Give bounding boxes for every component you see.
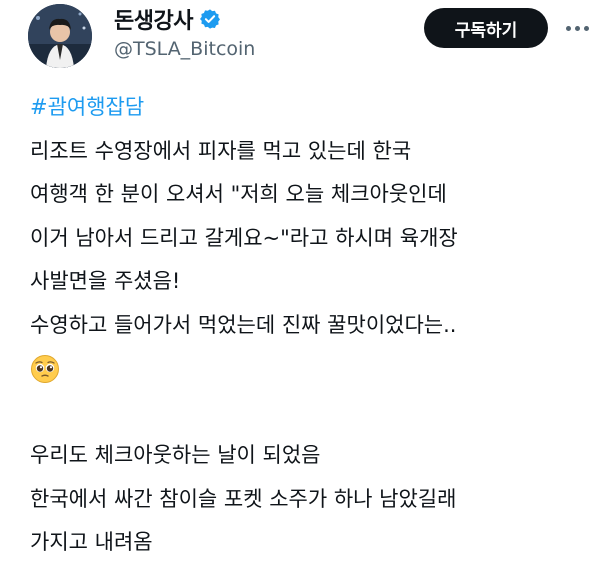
- emoji-line: [30, 347, 596, 391]
- more-options-icon[interactable]: [560, 14, 594, 42]
- paragraph-break: [30, 391, 596, 435]
- user-handle[interactable]: @TSLA_Bitcoin: [114, 38, 255, 60]
- subscribe-button[interactable]: 구독하기: [424, 8, 548, 48]
- display-name[interactable]: 돈생강사: [114, 3, 193, 35]
- hashtag-link[interactable]: #괌여행잡담: [30, 86, 596, 130]
- tweet-text-line: 리조트 수영장에서 피자를 먹고 있는데 한국: [30, 138, 412, 163]
- tweet-text-line: 가지고 내려옴: [30, 530, 153, 554]
- pleading-face-emoji: [31, 354, 59, 383]
- tweet-text-line: 수영하고 들어가서 먹었는데 진짜 꿀맛이었다는..: [30, 312, 457, 337]
- name-row: 돈생강사: [114, 4, 221, 34]
- verified-badge-icon: [199, 8, 221, 30]
- tweet-text-line: 한국에서 싸간 참이슬 포켓 소주가 하나 남았길래: [30, 486, 457, 511]
- tweet-text-line: 사발면을 주셨음!: [30, 269, 181, 293]
- tweet-text-line: 우리도 체크아웃하는 날이 되었음: [30, 443, 321, 467]
- avatar-image: [28, 4, 92, 68]
- tweet-text-line: 이거 남아서 드리고 갈게요~"라고 하시며 육개장: [30, 225, 458, 250]
- tweet-text-line: 여행객 한 분이 오셔서 "저희 오늘 체크아웃인데: [30, 182, 447, 206]
- tweet-body: #괌여행잡담 리조트 수영장에서 피자를 먹고 있는데 한국 여행객 한 분이 …: [30, 86, 596, 565]
- tweet-header: 돈생강사 @TSLA_Bitcoin 구독하기: [0, 0, 600, 80]
- avatar[interactable]: [28, 4, 92, 68]
